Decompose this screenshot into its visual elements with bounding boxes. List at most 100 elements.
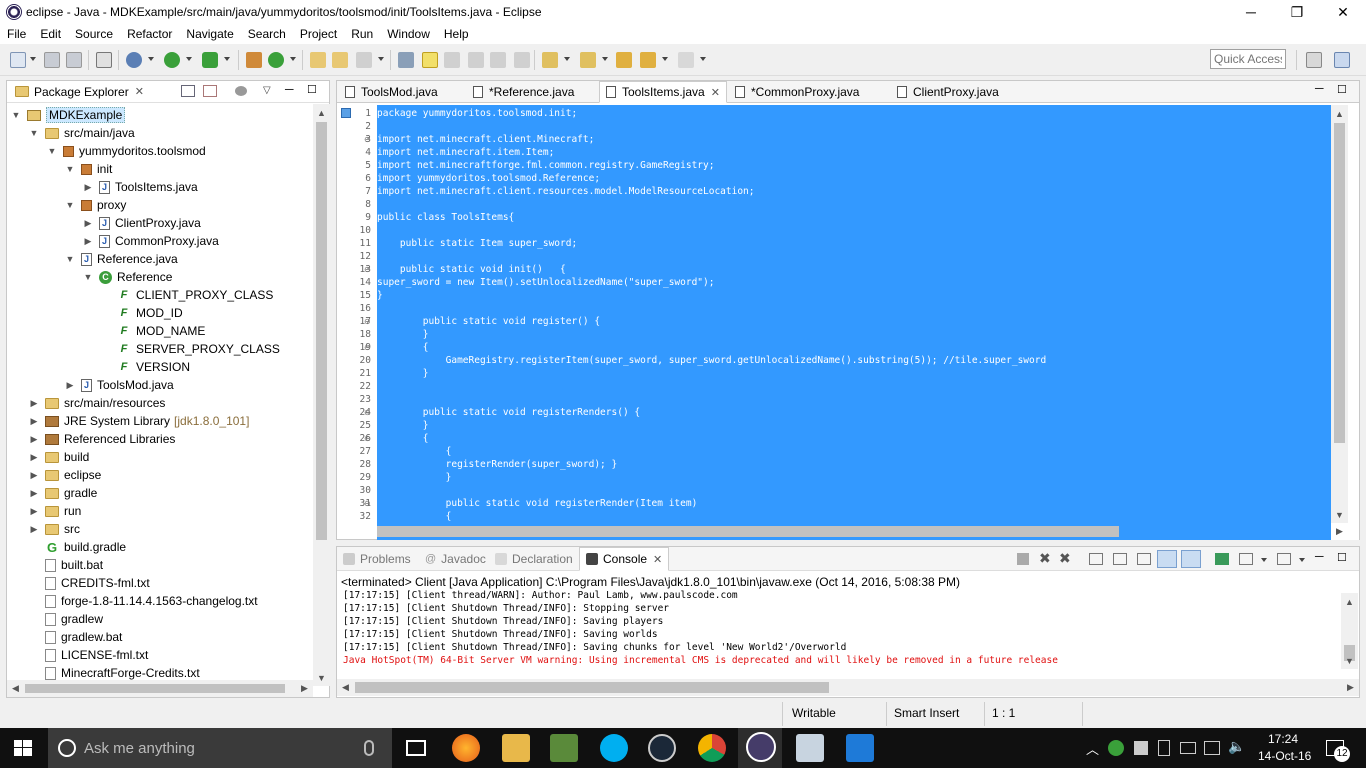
- console-hscroll[interactable]: ◀ ▶: [337, 679, 1359, 696]
- expand-arrow-icon[interactable]: ▶: [83, 182, 93, 193]
- show-hidden-icons-icon[interactable]: ︿: [1086, 739, 1099, 758]
- fold-toggle-icon[interactable]: ⊖: [364, 265, 371, 274]
- expand-arrow-icon[interactable]: ▶: [29, 416, 39, 427]
- search-dropdown-icon[interactable]: [378, 57, 384, 61]
- volume-icon[interactable]: 🔈: [1228, 738, 1245, 755]
- debug-icon[interactable]: [126, 52, 142, 68]
- toggle-mark-occurrences-icon[interactable]: [422, 52, 438, 68]
- tree-item[interactable]: ▶ J ClientProxy.java: [83, 214, 201, 232]
- tray-device-icon[interactable]: [1134, 741, 1148, 755]
- word-wrap-icon[interactable]: [468, 52, 484, 68]
- expand-arrow-icon[interactable]: ▶: [29, 488, 39, 499]
- menu-refactor[interactable]: Refactor: [120, 27, 179, 41]
- tree-item[interactable]: ▶ gradle: [29, 484, 98, 502]
- menu-help[interactable]: Help: [437, 27, 476, 41]
- open-console-dropdown-icon[interactable]: [1299, 558, 1305, 562]
- open-type-icon[interactable]: [310, 52, 326, 68]
- tree-item[interactable]: forge-1.8-11.14.4.1563-changelog.txt: [29, 592, 258, 610]
- back-icon[interactable]: [640, 52, 656, 68]
- tree-item[interactable]: ▶ src/main/resources: [29, 394, 166, 412]
- new-dropdown-icon[interactable]: [30, 57, 36, 61]
- tree-item[interactable]: ▼ src/main/java: [29, 124, 135, 142]
- next-annotation-icon[interactable]: [542, 52, 558, 68]
- expand-arrow-icon[interactable]: ▶: [29, 506, 39, 517]
- new-java-package-icon[interactable]: [246, 52, 262, 68]
- collapse-all-icon[interactable]: [181, 85, 195, 97]
- microphone-icon[interactable]: [364, 740, 374, 756]
- new-icon[interactable]: [10, 52, 26, 68]
- scroll-thumb[interactable]: [25, 684, 285, 693]
- pin-console-icon[interactable]: [1215, 553, 1229, 565]
- steam-icon[interactable]: [648, 734, 676, 762]
- terminate-icon[interactable]: [1017, 553, 1029, 565]
- run-dropdown-icon[interactable]: [186, 57, 192, 61]
- annotation-icon[interactable]: [398, 52, 414, 68]
- weather-icon[interactable]: [846, 734, 874, 762]
- tree-item[interactable]: ▶ J CommonProxy.java: [83, 232, 219, 250]
- scroll-thumb[interactable]: [377, 526, 1119, 537]
- collapse-arrow-icon[interactable]: ▼: [83, 272, 93, 282]
- tree-item[interactable]: ▶ src: [29, 520, 80, 538]
- close-icon[interactable]: ✕: [711, 86, 720, 99]
- external-tools-icon[interactable]: [202, 52, 218, 68]
- menu-file[interactable]: File: [0, 27, 33, 41]
- maximize-editor-icon[interactable]: ☐: [1337, 83, 1347, 96]
- scroll-left-icon[interactable]: ◀: [7, 680, 24, 697]
- menu-navigate[interactable]: Navigate: [179, 27, 240, 41]
- chrome-icon[interactable]: [698, 734, 726, 762]
- expand-arrow-icon[interactable]: ▶: [29, 398, 39, 409]
- tree-item[interactable]: ▼ init: [65, 160, 113, 178]
- back-dropdown-icon[interactable]: [662, 57, 668, 61]
- collapse-arrow-icon[interactable]: ▼: [65, 200, 75, 210]
- close-icon[interactable]: ✕: [135, 85, 144, 98]
- minimize-button[interactable]: ─: [1228, 0, 1274, 24]
- menu-source[interactable]: Source: [68, 27, 120, 41]
- tree-item[interactable]: ▼ yummydoritos.toolsmod: [47, 142, 206, 160]
- scroll-thumb[interactable]: [1334, 123, 1345, 443]
- menu-search[interactable]: Search: [241, 27, 293, 41]
- expand-arrow-icon[interactable]: ▶: [29, 524, 39, 535]
- scroll-right-icon[interactable]: ▶: [1331, 523, 1348, 540]
- code-area[interactable]: package yummydoritos.toolsmod.init; impor…: [377, 105, 1331, 523]
- control-panel-icon[interactable]: [796, 734, 824, 762]
- tray-app-icon[interactable]: [1108, 740, 1124, 756]
- remove-launch-icon[interactable]: ✖: [1039, 550, 1051, 567]
- show-on-stderr-icon[interactable]: [1181, 550, 1201, 568]
- expand-arrow-icon[interactable]: ▶: [29, 470, 39, 481]
- tab-javadoc[interactable]: @ Javadoc: [425, 547, 486, 571]
- new-class-dropdown-icon[interactable]: [290, 57, 296, 61]
- windows-start-icon[interactable]: [14, 740, 32, 756]
- editor-tab[interactable]: *CommonProxy.java: [729, 81, 889, 103]
- remove-all-icon[interactable]: ✖: [1059, 550, 1071, 567]
- tree-item[interactable]: F SERVER_PROXY_CLASS: [101, 340, 280, 358]
- menu-run[interactable]: Run: [344, 27, 380, 41]
- tab-declaration[interactable]: Declaration: [495, 547, 573, 571]
- external-tools-dropdown-icon[interactable]: [224, 57, 230, 61]
- tree-item[interactable]: Gbuild.gradle: [29, 538, 126, 556]
- editor-tab[interactable]: ToolsMod.java: [339, 81, 465, 103]
- tree-item[interactable]: ▶ run: [29, 502, 82, 520]
- editor-tab[interactable]: ToolsItems.java ✕: [599, 81, 727, 103]
- toggle-block-selection-icon[interactable]: [444, 52, 460, 68]
- network-icon[interactable]: [1204, 741, 1220, 755]
- minecraft-icon[interactable]: [550, 734, 578, 762]
- maximize-view-icon[interactable]: ☐: [307, 83, 317, 96]
- run-icon[interactable]: [164, 52, 180, 68]
- scroll-up-icon[interactable]: ▲: [313, 104, 330, 121]
- maximize-button[interactable]: ❐: [1274, 0, 1320, 24]
- tree-item[interactable]: ▼ C Reference: [83, 268, 173, 286]
- display-console-dropdown-icon[interactable]: [1261, 558, 1267, 562]
- next-annotation-dropdown-icon[interactable]: [564, 57, 570, 61]
- minimize-editor-icon[interactable]: ─: [1315, 81, 1324, 95]
- open-perspective-icon[interactable]: [1306, 52, 1322, 68]
- tree-item[interactable]: F CLIENT_PROXY_CLASS: [101, 286, 274, 304]
- show-paragraph-icon[interactable]: [514, 52, 530, 68]
- collapse-arrow-icon[interactable]: ▼: [29, 128, 39, 138]
- fold-toggle-icon[interactable]: ⊖: [364, 408, 371, 417]
- tree-item[interactable]: ▶ J ToolsMod.java: [65, 376, 174, 394]
- tree-item[interactable]: ▶ JRE System Library [jdk1.8.0_101]: [29, 412, 250, 430]
- show-whitespace-icon[interactable]: [490, 52, 506, 68]
- tree-item[interactable]: ▶ eclipse: [29, 466, 102, 484]
- usb-icon[interactable]: [1158, 740, 1170, 756]
- save-all-icon[interactable]: [66, 52, 82, 68]
